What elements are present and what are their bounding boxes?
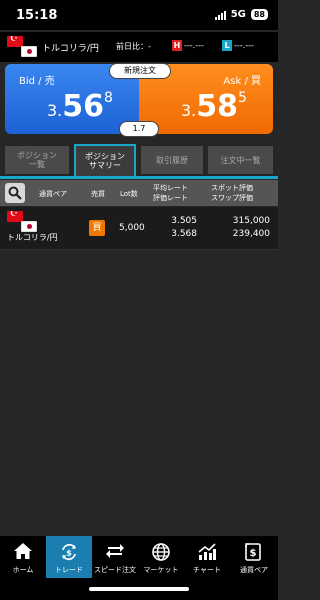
nav-chart-label: チャート — [193, 566, 221, 574]
row-swap-eval: 239,400 — [232, 229, 270, 239]
home-icon — [14, 543, 32, 559]
tab-open-orders[interactable]: 注文中一覧 — [208, 146, 273, 174]
nav-currency-pairs-label: 通貨ペア — [240, 566, 268, 574]
signal-icon — [214, 10, 226, 20]
bid-price: 3.568 — [47, 89, 113, 124]
header-lot: Lot数 — [120, 190, 138, 198]
tab-underline — [0, 176, 278, 179]
status-bar: 15:18 5G 88 — [0, 0, 278, 30]
ask-price-lead: 3. — [181, 101, 197, 120]
pair-name[interactable]: トルコリラ/円 — [42, 41, 99, 54]
row-pair-flags — [7, 211, 41, 233]
tab-position-summary-line2: サマリー — [89, 161, 121, 170]
speed-order-icon — [106, 544, 124, 558]
high-price: H ---.--- — [172, 40, 204, 51]
ask-price: 3.585 — [181, 89, 247, 124]
svg-text:$: $ — [250, 548, 257, 559]
nav-home[interactable]: ホーム — [0, 536, 46, 578]
chart-icon — [198, 543, 216, 560]
bid-price-sup: 8 — [104, 90, 113, 106]
globe-icon — [152, 543, 170, 561]
nav-trade[interactable]: $ トレード — [46, 536, 92, 578]
table-row[interactable]: トルコリラ/円 買 5,000 3.505 3.568 315,000 239,40… — [0, 207, 278, 250]
low-badge: L — [222, 40, 232, 51]
search-icon — [8, 186, 22, 200]
nav-market-label: マーケット — [143, 566, 179, 574]
ask-price-sup: 5 — [238, 90, 247, 106]
high-value: ---.--- — [184, 41, 204, 50]
header-evals: スポット評価 スワップ評価 — [211, 183, 253, 203]
nav-currency-pairs[interactable]: $ 通貨ペア — [230, 536, 278, 578]
high-badge: H — [172, 40, 182, 51]
row-pair: トルコリラ/円 — [7, 233, 58, 242]
japan-flag-icon — [21, 221, 37, 232]
low-price: L ---.--- — [222, 40, 254, 51]
header-pair: 通貨ペア — [39, 190, 67, 198]
table-header: 通貨ペア 売買 Lot数 平均レート評価レート スポット評価 スワップ評価 — [0, 180, 278, 206]
home-indicator[interactable] — [89, 587, 189, 591]
nav-market[interactable]: マーケット — [138, 536, 184, 578]
tab-position-list-line2: 一覧 — [29, 160, 45, 169]
low-value: ---.--- — [234, 41, 254, 50]
nav-speed-order-label: スピード注文 — [94, 566, 136, 574]
trade-icon: $ — [62, 543, 76, 561]
search-button[interactable] — [5, 183, 25, 203]
pair-flags — [7, 36, 41, 58]
ask-price-main: 58 — [196, 89, 239, 124]
bottom-nav: ホーム $ トレード スピード注文 マーケット チャート $ 通貨ペア — [0, 536, 278, 578]
header-side: 売買 — [91, 190, 105, 198]
row-spot-eval: 315,000 — [232, 216, 270, 226]
bid-price-lead: 3. — [47, 101, 63, 120]
tab-trade-history[interactable]: 取引履歴 — [141, 146, 203, 174]
position-tabs: ポジション 一覧 ポジション サマリー 取引履歴 注文中一覧 — [5, 144, 273, 176]
battery-icon: 88 — [250, 9, 268, 20]
prev-day-diff: 前日比：- — [116, 42, 151, 51]
tab-position-summary-line1: ポジション — [85, 152, 125, 161]
header-swap-eval: スワップ評価 — [211, 194, 253, 202]
header-spot-eval: スポット評価 — [211, 184, 253, 192]
nav-speed-order[interactable]: スピード注文 — [92, 536, 138, 578]
tab-position-list-line1: ポジション — [17, 151, 57, 160]
bid-price-main: 56 — [62, 89, 105, 124]
status-indicators: 5G 88 — [214, 9, 268, 20]
spread-badge: 1.7 — [120, 122, 158, 136]
svg-text:$: $ — [66, 549, 72, 558]
status-time: 15:18 — [16, 8, 58, 23]
row-avg-rate: 3.505 — [171, 216, 197, 226]
row-eval-rate: 3.568 — [171, 229, 197, 239]
ask-label: Ask / 買 — [223, 76, 261, 87]
header-rates: 平均レート評価レート — [153, 183, 188, 203]
home-indicator-area — [0, 578, 278, 600]
nav-chart[interactable]: チャート — [184, 536, 230, 578]
currency-pairs-icon: $ — [245, 543, 261, 561]
new-order-label: 新規注文 — [110, 64, 170, 78]
pair-header[interactable]: トルコリラ/円 前日比：- H ---.--- L ---.--- — [0, 32, 278, 62]
header-eval-rate: 評価レート — [153, 194, 188, 202]
bid-label: Bid / 売 — [19, 76, 55, 87]
nav-trade-label: トレード — [55, 566, 83, 574]
row-evals: 315,000 239,400 — [226, 215, 270, 241]
tab-position-list[interactable]: ポジション 一覧 — [5, 146, 69, 174]
row-lot: 5,000 — [119, 223, 145, 233]
network-type: 5G — [230, 9, 246, 20]
nav-home-label: ホーム — [12, 566, 34, 574]
japan-flag-icon — [21, 46, 37, 57]
row-rates: 3.505 3.568 — [165, 215, 197, 241]
header-avg-rate: 平均レート — [153, 184, 188, 192]
tab-position-summary[interactable]: ポジション サマリー — [74, 144, 136, 176]
row-side-badge: 買 — [89, 220, 105, 236]
